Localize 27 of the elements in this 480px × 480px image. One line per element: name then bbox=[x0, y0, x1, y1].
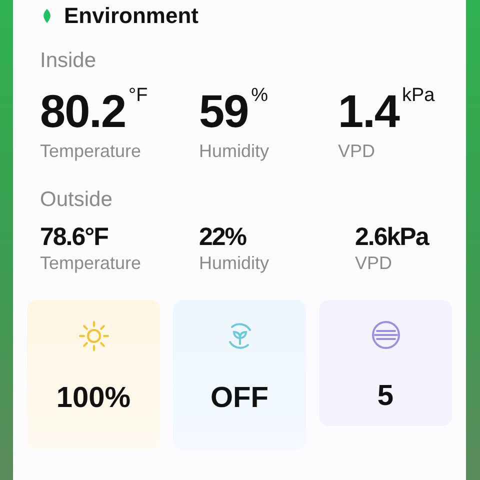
metric-label: VPD bbox=[338, 141, 376, 162]
metric-unit: °F bbox=[128, 85, 148, 107]
tile-value: OFF bbox=[210, 382, 268, 415]
card-title: Environment bbox=[64, 3, 198, 29]
tile-value: 100% bbox=[56, 382, 131, 415]
tile-value: 5 bbox=[377, 380, 394, 413]
metric-value: 78.6°F bbox=[40, 224, 108, 251]
sun-icon bbox=[78, 320, 110, 352]
metric-value: 22% bbox=[199, 224, 246, 251]
metric-unit: kPa bbox=[402, 85, 435, 107]
leaf-icon bbox=[42, 9, 52, 23]
control-tile[interactable]: OFF bbox=[173, 300, 306, 450]
section-heading: Outside bbox=[40, 188, 114, 212]
metric-label: Humidity bbox=[199, 141, 270, 162]
section-heading: Inside bbox=[40, 49, 98, 73]
metric-value: 59 bbox=[199, 87, 248, 136]
control-tile[interactable]: 100% bbox=[27, 300, 160, 450]
metric-label: VPD bbox=[355, 252, 394, 274]
control-tile[interactable]: 5 bbox=[319, 300, 452, 426]
metric-label: Humidity bbox=[199, 252, 270, 274]
metric-unit: % bbox=[251, 85, 268, 107]
metric-value: 80.2 bbox=[40, 87, 126, 136]
metric-value: 2.6kPa bbox=[355, 224, 428, 251]
metric-label: Temperature bbox=[40, 141, 142, 162]
lines-icon bbox=[370, 320, 400, 350]
metric-value: 1.4 bbox=[338, 87, 399, 136]
metric-label: Temperature bbox=[40, 252, 142, 274]
